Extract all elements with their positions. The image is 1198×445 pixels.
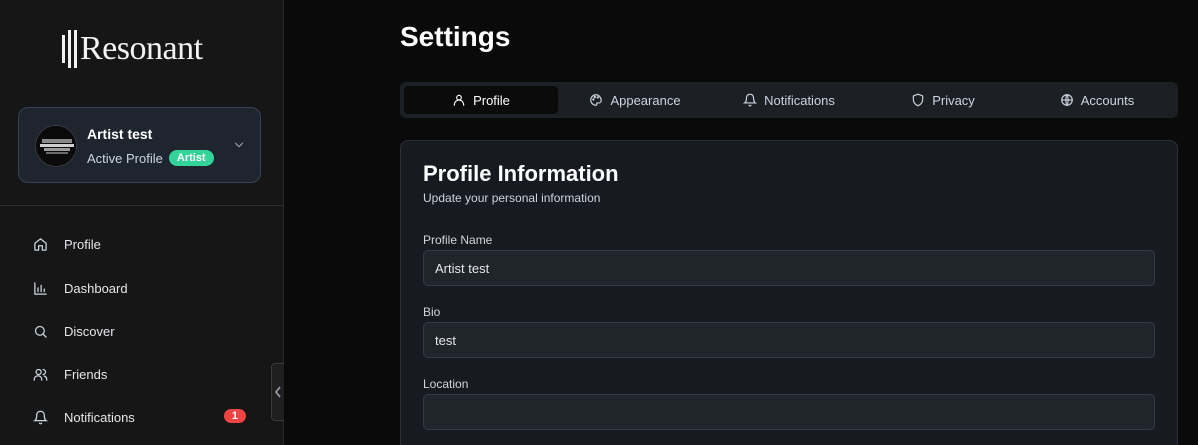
sidebar-item-discover[interactable]: Discover (24, 313, 260, 349)
settings-tabs: Profile Appearance Notifications Privacy… (400, 82, 1178, 118)
logo-text: Resonant (80, 30, 203, 67)
bell-icon (32, 409, 48, 425)
location-field[interactable] (423, 394, 1155, 430)
tab-label: Notifications (764, 92, 835, 108)
sidebar: Resonant Artist test Active Profile Arti… (0, 0, 284, 445)
sidebar-item-friends[interactable]: Friends (24, 356, 260, 392)
sidebar-item-label: Notifications (64, 409, 135, 425)
tab-profile[interactable]: Profile (404, 86, 558, 114)
search-icon (32, 323, 48, 339)
bio-field[interactable] (423, 322, 1155, 358)
bio-label: Bio (423, 305, 441, 319)
profile-information-panel: Profile Information Update your personal… (400, 140, 1178, 445)
sidebar-item-label: Friends (64, 366, 108, 382)
sidebar-item-profile[interactable]: Profile (24, 226, 260, 262)
tab-label: Appearance (610, 92, 681, 108)
sidebar-item-dashboard[interactable]: Dashboard (24, 270, 260, 306)
tab-label: Accounts (1080, 92, 1135, 108)
chevron-down-icon (234, 142, 244, 148)
sidebar-item-label: Profile (64, 236, 101, 252)
app-logo[interactable]: Resonant (62, 28, 203, 70)
notification-count-badge: 1 (223, 409, 246, 423)
tab-privacy[interactable]: Privacy (866, 86, 1020, 114)
bell-icon (743, 93, 758, 107)
page-title: Settings (400, 21, 511, 52)
tab-accounts[interactable]: Accounts (1020, 86, 1174, 114)
chevron-left-icon (274, 386, 281, 398)
palette-icon (589, 93, 603, 107)
tab-label: Profile (473, 92, 510, 108)
panel-title: Profile Information (423, 161, 619, 186)
logo-bars-icon (62, 29, 77, 69)
role-badge: Artist (168, 150, 214, 166)
profile-name-field[interactable] (423, 250, 1155, 286)
tab-appearance[interactable]: Appearance (558, 86, 712, 114)
avatar (35, 125, 77, 167)
bar-chart-icon (32, 280, 48, 296)
profile-switcher[interactable]: Artist test Active Profile Artist (18, 107, 261, 183)
shield-icon (911, 93, 925, 107)
sidebar-item-label: Dashboard (64, 280, 128, 296)
sidebar-item-label: Discover (64, 323, 115, 339)
globe-icon (1060, 93, 1074, 107)
panel-subtitle: Update your personal information (423, 191, 601, 205)
user-icon (452, 93, 466, 107)
sidebar-divider (0, 205, 284, 206)
profile-subtitle: Active Profile Artist (87, 150, 214, 166)
sidebar-item-notifications[interactable]: Notifications 1 (24, 399, 260, 435)
location-label: Location (423, 377, 469, 391)
tab-label: Privacy (932, 92, 975, 108)
active-profile-label: Active Profile (87, 150, 163, 166)
sidebar-collapse-button[interactable] (271, 363, 284, 421)
home-icon (32, 236, 48, 252)
profile-name-label: Profile Name (423, 233, 493, 247)
profile-name: Artist test (87, 126, 153, 142)
tab-notifications[interactable]: Notifications (712, 86, 866, 114)
users-icon (32, 366, 48, 382)
